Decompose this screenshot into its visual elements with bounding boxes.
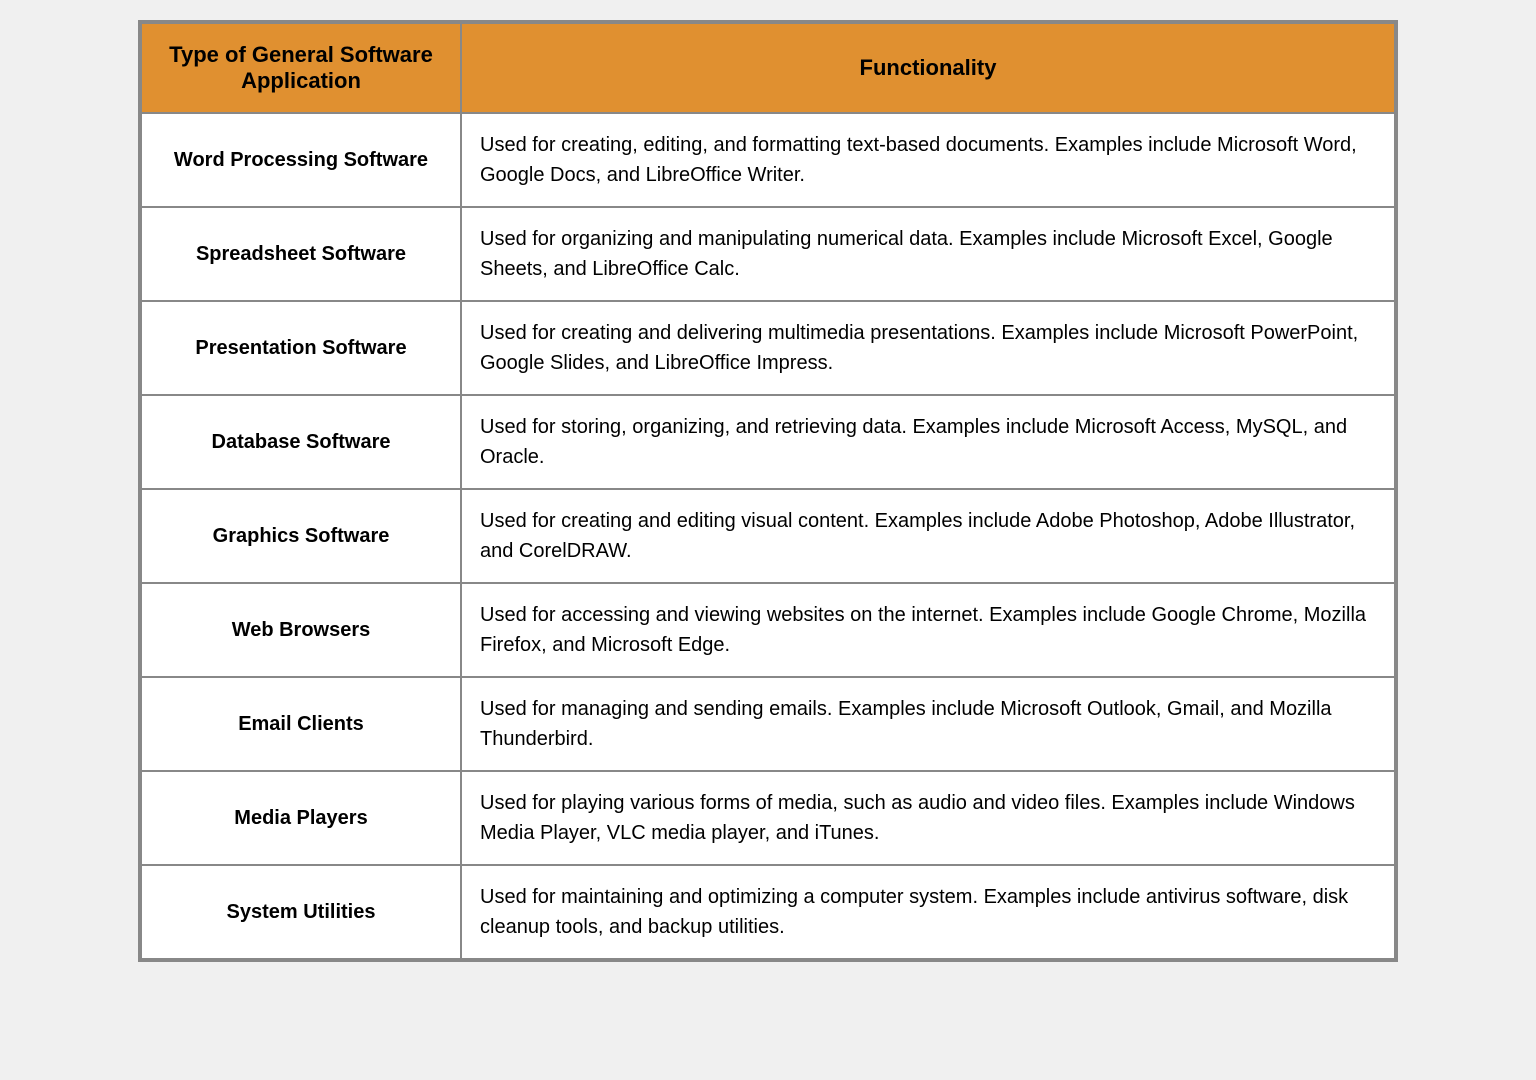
table-row: System UtilitiesUsed for maintaining and… [141,865,1395,959]
table-row: Word Processing SoftwareUsed for creatin… [141,113,1395,207]
row-functionality-3: Used for storing, organizing, and retrie… [461,395,1395,489]
software-table-container: Type of General Software Application Fun… [138,20,1398,962]
row-functionality-0: Used for creating, editing, and formatti… [461,113,1395,207]
row-functionality-8: Used for maintaining and optimizing a co… [461,865,1395,959]
row-type-8: System Utilities [141,865,461,959]
row-functionality-5: Used for accessing and viewing websites … [461,583,1395,677]
table-row: Graphics SoftwareUsed for creating and e… [141,489,1395,583]
header-functionality: Functionality [461,23,1395,113]
table-row: Spreadsheet SoftwareUsed for organizing … [141,207,1395,301]
row-type-5: Web Browsers [141,583,461,677]
row-type-0: Word Processing Software [141,113,461,207]
table-header-row: Type of General Software Application Fun… [141,23,1395,113]
software-table: Type of General Software Application Fun… [140,22,1396,960]
row-functionality-6: Used for managing and sending emails. Ex… [461,677,1395,771]
table-row: Email ClientsUsed for managing and sendi… [141,677,1395,771]
table-row: Web BrowsersUsed for accessing and viewi… [141,583,1395,677]
row-type-3: Database Software [141,395,461,489]
row-type-2: Presentation Software [141,301,461,395]
table-body: Word Processing SoftwareUsed for creatin… [141,113,1395,959]
table-row: Presentation SoftwareUsed for creating a… [141,301,1395,395]
row-functionality-7: Used for playing various forms of media,… [461,771,1395,865]
row-functionality-1: Used for organizing and manipulating num… [461,207,1395,301]
header-type: Type of General Software Application [141,23,461,113]
table-row: Media PlayersUsed for playing various fo… [141,771,1395,865]
row-functionality-2: Used for creating and delivering multime… [461,301,1395,395]
row-type-1: Spreadsheet Software [141,207,461,301]
row-type-6: Email Clients [141,677,461,771]
row-type-4: Graphics Software [141,489,461,583]
row-type-7: Media Players [141,771,461,865]
table-row: Database SoftwareUsed for storing, organ… [141,395,1395,489]
row-functionality-4: Used for creating and editing visual con… [461,489,1395,583]
